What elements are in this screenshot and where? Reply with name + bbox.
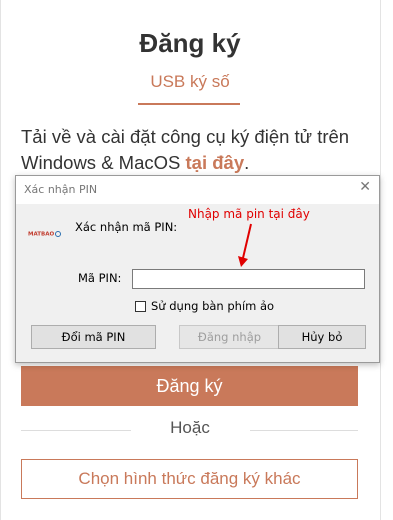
logo-mark-icon bbox=[55, 231, 62, 237]
matbao-logo: MATBAO bbox=[28, 231, 62, 238]
tab-usb-signature[interactable]: USB ký số bbox=[0, 72, 380, 92]
confirm-pin-label: Xác nhận mã PIN: bbox=[75, 220, 178, 234]
or-separator-text: Hoặc bbox=[170, 418, 210, 437]
pin-field-label: Mã PIN: bbox=[78, 271, 122, 285]
pin-input[interactable] bbox=[132, 269, 365, 289]
other-method-button[interactable]: Chọn hình thức đăng ký khác bbox=[21, 459, 358, 499]
intro-text: Tải về và cài đặt công cụ ký điện tử trê… bbox=[21, 124, 371, 176]
intro-text-suffix: . bbox=[244, 152, 250, 173]
pin-dialog: Xác nhận PIN ✕ MATBAO Xác nhận mã PIN: N… bbox=[15, 175, 380, 363]
login-button[interactable]: Đăng nhập bbox=[179, 325, 280, 349]
cancel-button[interactable]: Hủy bỏ bbox=[278, 325, 366, 349]
right-border bbox=[380, 0, 381, 520]
download-link[interactable]: tại đây bbox=[186, 152, 245, 173]
register-button[interactable]: Đăng ký bbox=[21, 366, 358, 406]
dialog-titlebar[interactable]: Xác nhận PIN ✕ bbox=[16, 176, 379, 204]
logo-text: MATBAO bbox=[28, 231, 55, 238]
change-pin-button[interactable]: Đổi mã PIN bbox=[31, 325, 156, 349]
virtual-keyboard-checkbox[interactable] bbox=[135, 301, 146, 312]
page-title: Đăng ký bbox=[139, 28, 241, 58]
dialog-title: Xác nhận PIN bbox=[24, 183, 98, 196]
arrow-down-icon bbox=[238, 223, 252, 267]
pin-hint-text: Nhập mã pin tại đây bbox=[188, 207, 310, 221]
close-icon[interactable]: ✕ bbox=[359, 179, 371, 195]
active-tab-underline bbox=[138, 103, 240, 105]
virtual-keyboard-label[interactable]: Sử dụng bàn phím ảo bbox=[151, 299, 274, 313]
